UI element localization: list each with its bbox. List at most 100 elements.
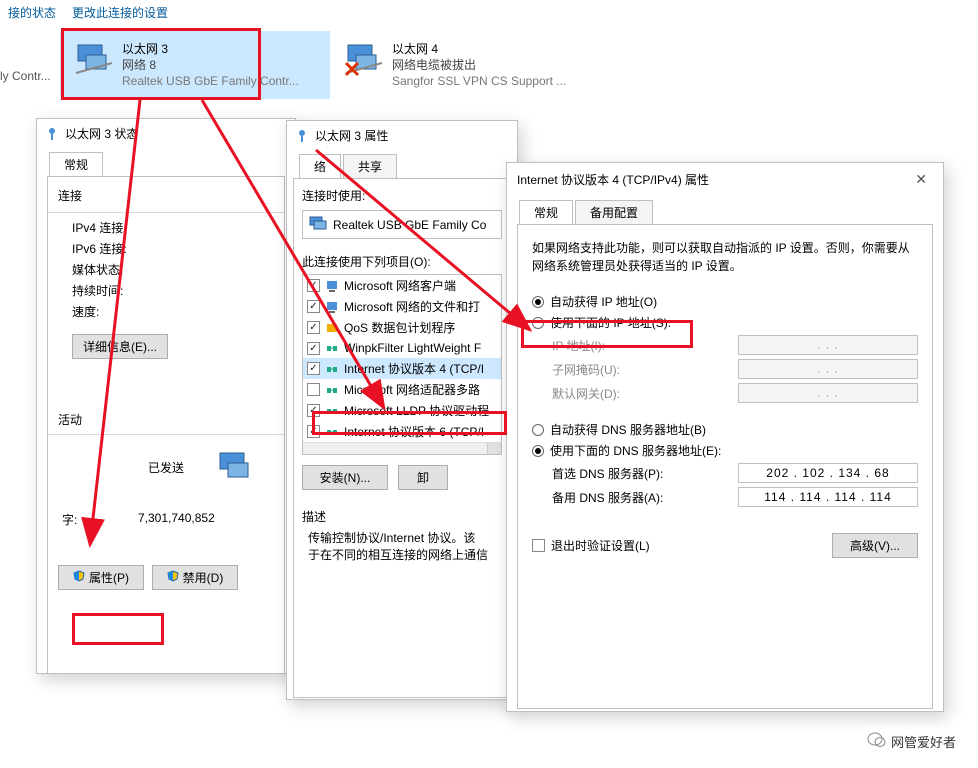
sent-label: 已发送 (148, 459, 184, 476)
ipv4-label: IPv4 连接: (72, 219, 127, 236)
nic-icon (344, 41, 384, 77)
adapter-driver: Realtek USB GbE Family Contr... (122, 73, 299, 89)
checkbox[interactable]: ✓ (307, 362, 320, 375)
pin-icon (295, 129, 309, 143)
tab-backup-config[interactable]: 备用配置 (575, 200, 653, 224)
gateway-input: . . . (738, 383, 918, 403)
properties-button[interactable]: 属性(P) (58, 565, 144, 590)
checkbox[interactable]: ✓ (307, 404, 320, 417)
adapter-driver: Sangfor SSL VPN CS Support ... (392, 73, 566, 89)
description-text: 传输控制协议/Internet 协议。该 于在不同的相互连接的网络上通信 (302, 529, 502, 563)
list-item-ipv4[interactable]: ✓Internet 协议版本 4 (TCP/I (303, 358, 501, 379)
details-button[interactable]: 详细信息(E)... (72, 334, 168, 359)
protocol-listbox[interactable]: ✓Microsoft 网络客户端 ✓Microsoft 网络的文件和打 ✓QoS… (302, 274, 502, 455)
ip-label: IP 地址(I): (552, 337, 605, 354)
list-item[interactable]: Microsoft 网络适配器多路 (303, 379, 501, 400)
tab-share[interactable]: 共享 (343, 154, 397, 178)
scrollbar[interactable] (487, 443, 501, 454)
shield-icon (73, 570, 85, 585)
adapter-status: 网络电缆被拔出 (392, 57, 566, 73)
radio-icon (532, 296, 544, 308)
radio-icon (532, 424, 544, 436)
adapter-ethernet-3[interactable]: 以太网 3 网络 8 Realtek USB GbE Family Contr.… (60, 31, 330, 99)
advanced-button[interactable]: 高级(V)... (832, 533, 918, 558)
list-item[interactable]: ✓WinpkFilter LightWeight F (303, 338, 501, 358)
bytes-label: 字: (62, 511, 77, 528)
watermark: 网管爱好者 (855, 727, 968, 756)
adapter-name: 以太网 4 (392, 41, 566, 57)
pin-icon (45, 127, 59, 141)
dns2-label: 备用 DNS 服务器(A): (552, 489, 663, 506)
speed-label: 速度: (72, 303, 99, 320)
ipv6-label: IPv6 连接: (72, 240, 127, 257)
adapter-name: 以太网 3 (122, 41, 299, 57)
radio-icon (532, 317, 544, 329)
close-button[interactable]: ✕ (909, 171, 933, 188)
protocol-icon (324, 424, 340, 440)
description-header: 描述 (302, 508, 502, 525)
nic-name: Realtek USB GbE Family Co (333, 218, 486, 232)
tab-general[interactable]: 常规 (49, 152, 103, 176)
list-item[interactable]: ✓Internet 协议版本 6 (TCP/I (303, 421, 501, 442)
connect-using-label: 连接时使用: (302, 187, 502, 204)
status-dialog-title: 以太网 3 状态 (65, 125, 138, 142)
tab-general[interactable]: 常规 (519, 200, 573, 224)
protocol-icon (324, 340, 340, 356)
validate-checkbox[interactable]: 退出时验证设置(L) (532, 537, 650, 554)
install-button[interactable]: 安装(N)... (302, 465, 388, 490)
dns2-input[interactable]: 114 . 114 . 114 . 114 (738, 487, 918, 507)
intro-text: 如果网络支持此功能，则可以获取自动指派的 IP 设置。否则，你需要从网络系统管理… (532, 239, 918, 275)
protocol-icon (324, 403, 340, 419)
tab-network[interactable]: 络 (299, 154, 341, 178)
ip-input: . . . (738, 335, 918, 355)
service-icon (324, 299, 340, 315)
wechat-icon (867, 731, 887, 752)
ipv4-dialog-title: Internet 协议版本 4 (TCP/IPv4) 属性 (517, 171, 709, 188)
client-icon (324, 278, 340, 294)
dns1-input[interactable]: 202 . 102 . 134 . 68 (738, 463, 918, 483)
mask-input: . . . (738, 359, 918, 379)
mask-label: 子网掩码(U): (552, 361, 620, 378)
uninstall-button[interactable]: 卸 (398, 465, 448, 490)
menu-change-settings[interactable]: 更改此连接的设置 (72, 4, 168, 21)
nic-activity-icon (216, 449, 256, 490)
dns1-label: 首选 DNS 服务器(P): (552, 465, 663, 482)
checkbox-icon (532, 539, 545, 552)
nic-icon (74, 41, 114, 77)
radio-auto-ip[interactable]: 自动获得 IP 地址(O) (532, 293, 918, 310)
radio-manual-dns[interactable]: 使用下面的 DNS 服务器地址(E): (532, 442, 918, 459)
bytes-value: 7,301,740,852 (138, 511, 215, 525)
radio-icon (532, 445, 544, 457)
service-icon (324, 320, 340, 336)
adapter-network: 网络 8 (122, 57, 299, 73)
adapters-area: 以太网 3 网络 8 Realtek USB GbE Family Contr.… (60, 25, 620, 105)
checkbox[interactable]: ✓ (307, 300, 320, 313)
list-item[interactable]: ✓QoS 数据包计划程序 (303, 317, 501, 338)
radio-manual-ip[interactable]: 使用下面的 IP 地址(S): (532, 314, 918, 331)
checkbox[interactable]: ✓ (307, 279, 320, 292)
group-connection-label: 连接 (58, 187, 274, 204)
list-item[interactable]: ✓Microsoft 网络的文件和打 (303, 296, 501, 317)
checkbox[interactable] (307, 383, 320, 396)
uses-items-label: 此连接使用下列项目(O): (302, 253, 502, 270)
radio-auto-dns[interactable]: 自动获得 DNS 服务器地址(B) (532, 421, 918, 438)
media-label: 媒体状态: (72, 261, 123, 278)
gateway-label: 默认网关(D): (552, 385, 620, 402)
menu-status[interactable]: 接的状态 (8, 4, 56, 21)
disable-button[interactable]: 禁用(D) (152, 565, 238, 590)
ipv4-dialog: Internet 协议版本 4 (TCP/IPv4) 属性 ✕ 常规 备用配置 … (506, 162, 944, 712)
duration-label: 持续时间: (72, 282, 123, 299)
checkbox[interactable]: ✓ (307, 425, 320, 438)
adapter-ethernet-4[interactable]: 以太网 4 网络电缆被拔出 Sangfor SSL VPN CS Support… (330, 31, 620, 99)
protocol-icon (324, 382, 340, 398)
checkbox[interactable]: ✓ (307, 321, 320, 334)
list-item[interactable]: ✓Microsoft LLDP 协议驱动程 (303, 400, 501, 421)
sidebar-fragment: ly Contr... (0, 25, 60, 105)
shield-icon (167, 570, 179, 585)
group-activity-label: 活动 (58, 411, 274, 428)
status-dialog: 以太网 3 状态 常规 连接 IPv4 连接: IPv6 连接: 媒体状态: 持… (36, 118, 296, 674)
checkbox[interactable]: ✓ (307, 342, 320, 355)
nic-selector[interactable]: Realtek USB GbE Family Co (302, 210, 502, 239)
list-item[interactable]: ✓Microsoft 网络客户端 (303, 275, 501, 296)
properties-dialog: 以太网 3 属性 络 共享 连接时使用: Realtek USB GbE Fam… (286, 120, 518, 700)
